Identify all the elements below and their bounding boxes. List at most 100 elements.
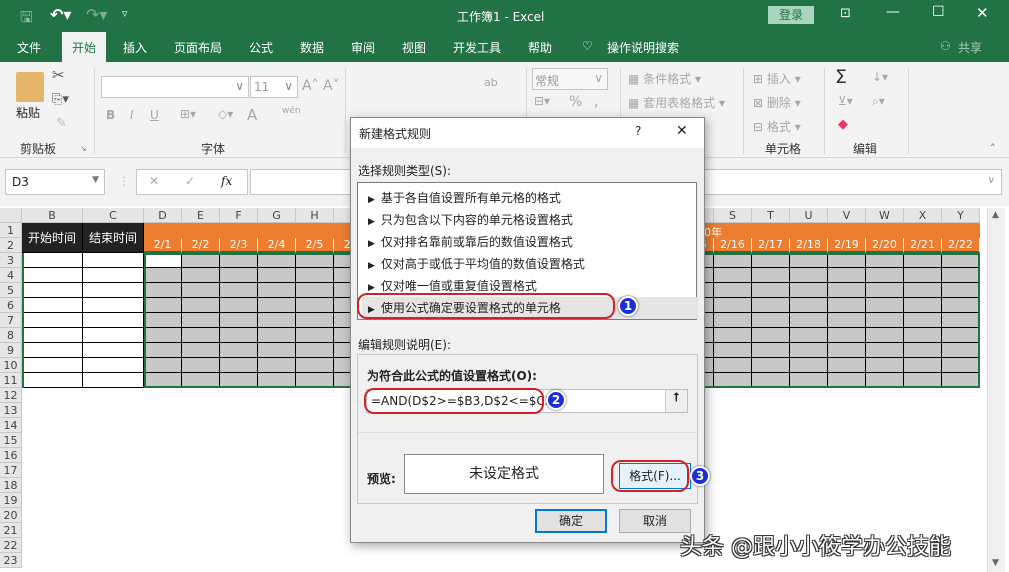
cell[interactable]: [752, 313, 790, 328]
cell[interactable]: [904, 328, 942, 343]
vertical-scrollbar[interactable]: ▲ ▼: [987, 208, 1005, 572]
row-header[interactable]: 14: [0, 418, 22, 433]
tab-review[interactable]: 审阅: [351, 39, 375, 56]
cell[interactable]: [790, 313, 828, 328]
enter-icon[interactable]: ✓: [185, 174, 195, 188]
cell[interactable]: [904, 298, 942, 313]
font-size-select[interactable]: 11 ∨: [250, 76, 298, 98]
cell[interactable]: [83, 358, 144, 373]
date-header-cell[interactable]: 2/2: [182, 238, 220, 253]
tab-page-layout[interactable]: 页面布局: [174, 39, 222, 56]
cell[interactable]: [828, 328, 866, 343]
italic-button[interactable]: I: [130, 108, 134, 122]
date-header-cell[interactable]: 2/4: [258, 238, 296, 253]
paste-button[interactable]: 粘贴: [16, 104, 40, 121]
date-header-cell[interactable]: 2/22: [942, 238, 980, 253]
cell[interactable]: [83, 283, 144, 298]
date-header-cell[interactable]: 2/17: [752, 238, 790, 253]
cell[interactable]: [22, 298, 83, 313]
cell[interactable]: [904, 253, 942, 268]
cell[interactable]: [866, 313, 904, 328]
cell[interactable]: [144, 253, 182, 268]
cell[interactable]: [220, 268, 258, 283]
cell[interactable]: [904, 373, 942, 388]
row-header[interactable]: 5: [0, 283, 22, 298]
cell[interactable]: [904, 358, 942, 373]
cell[interactable]: [714, 358, 752, 373]
cell[interactable]: [828, 253, 866, 268]
comma-button[interactable]: ,: [594, 94, 598, 110]
cell[interactable]: [296, 313, 334, 328]
cut-icon[interactable]: ✂: [52, 66, 65, 84]
row-header[interactable]: 6: [0, 298, 22, 313]
login-button[interactable]: 登录: [768, 6, 814, 24]
bold-button[interactable]: B: [106, 108, 115, 122]
column-header[interactable]: C: [83, 208, 144, 223]
cell[interactable]: [220, 298, 258, 313]
cell[interactable]: [790, 298, 828, 313]
phonetic-button[interactable]: wén: [282, 106, 301, 116]
cell[interactable]: [144, 298, 182, 313]
tab-developer[interactable]: 开发工具: [453, 39, 501, 56]
row-header[interactable]: 9: [0, 343, 22, 358]
cell[interactable]: [296, 268, 334, 283]
rule-type-item[interactable]: ▶ 仅对排名靠前或靠后的数值设置格式: [362, 231, 698, 253]
cell[interactable]: [83, 328, 144, 343]
column-header[interactable]: S: [714, 208, 752, 223]
paste-icon[interactable]: [16, 72, 44, 102]
accounting-icon[interactable]: ⊟▾: [534, 94, 550, 108]
cell[interactable]: [182, 268, 220, 283]
cell[interactable]: [22, 343, 83, 358]
customize-icon[interactable]: ▿: [122, 7, 128, 20]
row-header[interactable]: 23: [0, 553, 22, 568]
cell[interactable]: [790, 253, 828, 268]
find-select-icon[interactable]: ⌕▾: [872, 94, 885, 109]
cell[interactable]: [752, 343, 790, 358]
cell[interactable]: [296, 283, 334, 298]
cell[interactable]: [904, 283, 942, 298]
cell[interactable]: [866, 298, 904, 313]
cell[interactable]: [83, 343, 144, 358]
tab-formulas[interactable]: 公式: [249, 39, 273, 56]
row-header[interactable]: 11: [0, 373, 22, 388]
column-header[interactable]: X: [904, 208, 942, 223]
tab-home[interactable]: 开始: [62, 32, 107, 62]
share-button[interactable]: 共享: [958, 39, 982, 56]
cell[interactable]: [904, 313, 942, 328]
column-header[interactable]: T: [752, 208, 790, 223]
cell[interactable]: [83, 298, 144, 313]
ribbon-display-icon[interactable]: ⊡: [840, 6, 851, 21]
cell[interactable]: [942, 268, 980, 283]
cancel-icon[interactable]: ✕: [149, 174, 159, 188]
row-header[interactable]: 1: [0, 223, 22, 238]
dialog-launcher-icon[interactable]: ↘: [80, 144, 87, 153]
date-header-cell[interactable]: 2/3: [220, 238, 258, 253]
fill-icon[interactable]: ⊻▾: [838, 94, 853, 108]
column-header[interactable]: V: [828, 208, 866, 223]
cell[interactable]: [942, 283, 980, 298]
tab-file[interactable]: 文件: [17, 39, 41, 56]
date-header-cell[interactable]: 2/16: [714, 238, 752, 253]
insert-function-button[interactable]: fx: [221, 174, 232, 188]
cell[interactable]: [942, 298, 980, 313]
cell[interactable]: [866, 358, 904, 373]
cell[interactable]: [714, 313, 752, 328]
column-header[interactable]: W: [866, 208, 904, 223]
cell[interactable]: [866, 268, 904, 283]
cell[interactable]: [752, 283, 790, 298]
dialog-close-button[interactable]: ✕: [676, 123, 688, 139]
format-as-table-button[interactable]: ▦ 套用表格格式 ▾: [628, 94, 725, 111]
cell[interactable]: [22, 373, 83, 388]
cell[interactable]: [182, 373, 220, 388]
tab-view[interactable]: 视图: [402, 39, 426, 56]
cell[interactable]: [22, 358, 83, 373]
cell[interactable]: [144, 268, 182, 283]
cell[interactable]: [714, 298, 752, 313]
cell[interactable]: [942, 313, 980, 328]
cell[interactable]: [942, 253, 980, 268]
cell[interactable]: [258, 313, 296, 328]
share-icon[interactable]: ⚇: [940, 39, 951, 53]
row-header[interactable]: 21: [0, 523, 22, 538]
cell[interactable]: [828, 358, 866, 373]
underline-button[interactable]: U: [150, 108, 159, 122]
